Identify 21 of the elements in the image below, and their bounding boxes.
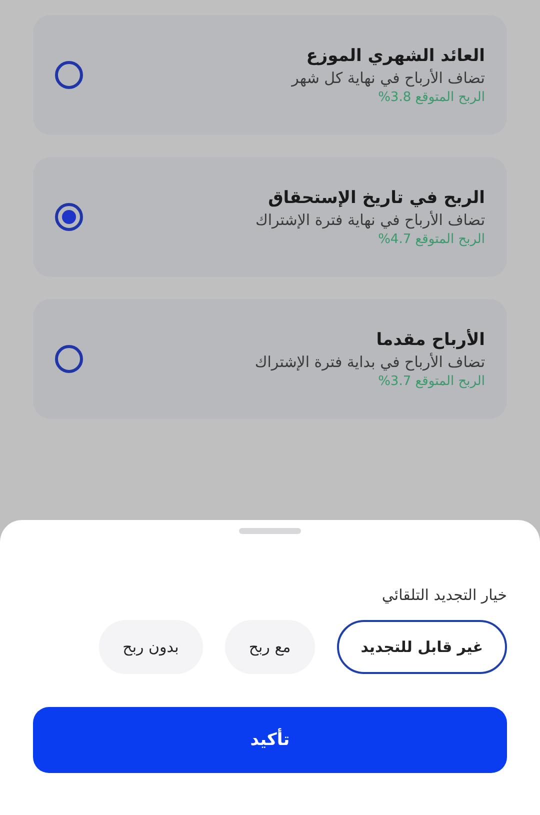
- plan-card[interactable]: العائد الشهري الموزع تضاف الأرباح في نهاية كل شهر الربح المتوقع 3.8%: [33, 15, 507, 135]
- radio-button[interactable]: [55, 61, 83, 89]
- plan-card[interactable]: الربح في تاريخ الإستحقاق تضاف الأرباح في نهاية فترة الإشتراك الربح المتوقع 4.7%: [33, 157, 507, 277]
- expected-profit: الربح المتوقع 4.7%: [377, 232, 485, 246]
- renewal-option[interactable]: بدون ربح: [98, 620, 203, 674]
- renewal-option[interactable]: غير قابل للتجديد: [336, 620, 507, 674]
- drag-handle[interactable]: [239, 528, 301, 534]
- renewal-label: خيار التجديد التلقائي: [380, 586, 507, 604]
- plan-description: تضاف الأرباح في نهاية كل شهر: [292, 68, 485, 86]
- expected-profit: الربح المتوقع 3.8%: [377, 90, 485, 104]
- expected-profit: الربح المتوقع 3.7%: [377, 374, 485, 388]
- confirm-button[interactable]: تأكيد: [33, 707, 507, 773]
- plan-title: الربح في تاريخ الإستحقاق: [267, 188, 485, 208]
- plan-description: تضاف الأرباح في نهاية فترة الإشتراك: [255, 210, 485, 228]
- plan-title: العائد الشهري الموزع: [305, 46, 485, 66]
- plan-card[interactable]: الأرباح مقدما تضاف الأرباح في بداية فترة الإشتراك الربح المتوقع 3.7%: [33, 299, 507, 419]
- plan-title: الأرباح مقدما: [375, 330, 485, 350]
- radio-button[interactable]: [55, 203, 83, 231]
- plan-description: تضاف الأرباح في بداية فترة الإشتراك: [254, 352, 485, 370]
- radio-button[interactable]: [55, 345, 83, 373]
- renewal-option[interactable]: مع ربح: [224, 620, 315, 674]
